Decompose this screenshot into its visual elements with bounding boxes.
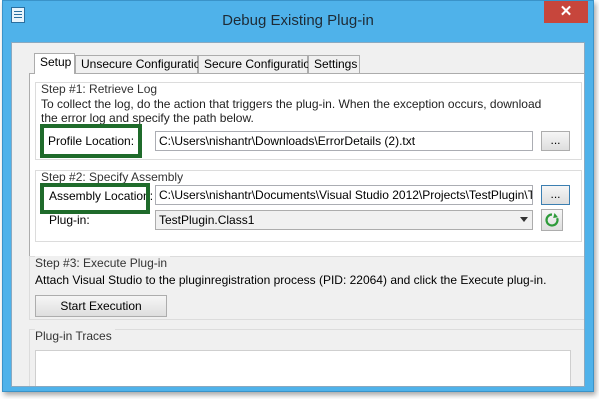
step1-description: To collect the log, do the action that t… [41,97,542,125]
plugin-traces-group: Plug-in Traces [29,329,584,386]
plugin-select[interactable]: TestPlugin.Class1 [155,210,533,230]
assembly-location-highlight [40,183,150,214]
title-bar[interactable]: Debug Existing Plug-in ✕ [3,1,593,41]
tab-secure-configuration[interactable]: Secure Configuration [198,55,317,73]
tab-setup[interactable]: Setup [34,53,75,74]
start-execution-button[interactable]: Start Execution [35,295,167,317]
tab-unsecure-configuration[interactable]: Unsecure Configuration [75,55,207,73]
refresh-plugins-button[interactable] [541,209,563,231]
profile-location-input[interactable]: C:\Users\nishantr\Downloads\ErrorDetails… [155,131,533,151]
debug-existing-plugin-window: Debug Existing Plug-in ✕ Setup Unsecure … [2,0,594,392]
close-button[interactable]: ✕ [544,1,588,23]
plugin-label: Plug-in: [49,213,90,227]
plugin-traces-title: Plug-in Traces [35,329,115,343]
step3-group: Step #3: Execute Plug-in Attach Visual S… [29,256,584,320]
step1-title: Step #1: Retrieve Log [41,82,158,96]
window-title: Debug Existing Plug-in [222,12,374,29]
step3-title: Step #3: Execute Plug-in [35,256,171,270]
refresh-icon [545,213,559,227]
assembly-browse-button[interactable]: ... [541,185,570,205]
plugin-select-value: TestPlugin.Class1 [159,213,255,227]
plugin-traces-textarea[interactable] [35,350,571,386]
profile-location-highlight [40,124,142,158]
dialog-client-area: Setup Unsecure Configuration Secure Conf… [11,42,585,387]
profile-browse-button[interactable]: ... [541,131,570,151]
step2-title: Step #2: Specify Assembly [41,170,184,184]
step3-description: Attach Visual Studio to the pluginregist… [35,273,547,287]
close-icon: ✕ [559,3,573,20]
chevron-down-icon [520,217,528,222]
assembly-location-input[interactable]: C:\Users\nishantr\Documents\Visual Studi… [155,185,533,205]
tab-settings[interactable]: Settings [308,55,360,73]
setup-tab-panel: Step #1: Retrieve Log To collect the log… [29,73,584,287]
